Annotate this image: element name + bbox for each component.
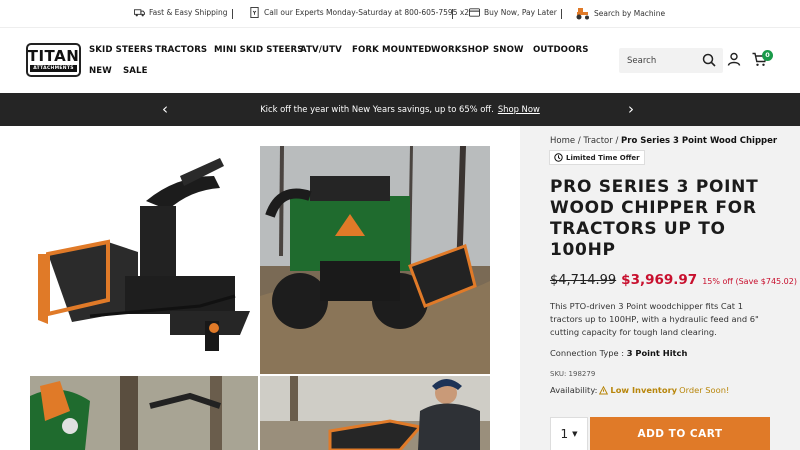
availability-note: Order Soon! xyxy=(679,385,730,395)
truck-icon xyxy=(134,9,145,17)
warning-icon xyxy=(599,385,609,394)
nav-item-mini-skid-steers[interactable]: MINI SKID STEERS xyxy=(214,45,304,55)
promo-text: Kick off the year with New Years savings… xyxy=(260,104,494,114)
search-input[interactable] xyxy=(627,54,699,67)
product-gallery xyxy=(0,126,520,450)
promo-next-arrow[interactable]: › xyxy=(628,100,634,118)
connection-label: Connection Type : xyxy=(550,348,625,358)
breadcrumb-current: Pro Series 3 Point Wood Chipper xyxy=(621,136,778,146)
chevron-down-icon: ▼ xyxy=(572,430,578,438)
availability-label: Availability: xyxy=(550,385,598,395)
divider xyxy=(232,9,233,19)
product-image-tractor-field[interactable] xyxy=(260,146,490,374)
nav-item-new[interactable]: NEW xyxy=(89,66,112,76)
quantity-value: 1 xyxy=(560,427,569,441)
nav-item-snow[interactable]: SNOW xyxy=(493,45,524,55)
account-icon[interactable] xyxy=(727,52,741,66)
limited-offer-label: Limited Time Offer xyxy=(566,153,640,162)
site-header: TITAN ATTACHMENTS SKID STEERS TRACTORS M… xyxy=(0,29,800,93)
sale-price: $3,969.97 xyxy=(621,272,698,288)
product-info-panel: Home / Tractor / Pro Series 3 Point Wood… xyxy=(520,126,800,450)
promo-message: Kick off the year with New Years savings… xyxy=(0,104,800,114)
breadcrumb-home[interactable]: Home xyxy=(550,136,575,146)
nav-item-tractors[interactable]: TRACTORS xyxy=(155,45,207,55)
tractor-icon xyxy=(576,8,589,20)
clock-icon xyxy=(554,153,563,162)
breadcrumb-category[interactable]: Tractor xyxy=(583,136,612,146)
operator-using-chipper-image xyxy=(260,376,490,450)
search-box xyxy=(619,48,723,73)
credit-card-icon xyxy=(469,8,480,17)
utility-bar: Fast & Easy Shipping Call our Experts Mo… xyxy=(0,0,800,28)
logo-sub-text: ATTACHMENTS xyxy=(30,64,77,72)
product-title: PRO SERIES 3 POINT WOOD CHIPPER FOR TRAC… xyxy=(550,177,759,260)
divider xyxy=(452,9,453,19)
financing-label: Buy Now, Pay Later xyxy=(484,8,557,17)
limited-offer-badge: Limited Time Offer xyxy=(549,150,645,165)
experts-link[interactable]: Call our Experts Monday-Saturday at 800-… xyxy=(249,7,469,18)
connection-value: 3 Point Hitch xyxy=(626,348,688,358)
shipping-link[interactable]: Fast & Easy Shipping xyxy=(134,7,227,18)
breadcrumb-separator: / xyxy=(615,136,619,146)
shop-now-link[interactable]: Shop Now xyxy=(498,104,540,114)
nav-item-workshop[interactable]: WORKSHOP xyxy=(431,45,489,55)
availability-status: Low Inventory xyxy=(610,385,678,395)
search-by-machine-link[interactable]: Search by Machine xyxy=(575,7,665,20)
phone-book-icon xyxy=(250,7,259,18)
add-to-cart-button[interactable]: ADD TO CART xyxy=(590,417,770,450)
product-description: This PTO-driven 3 Point woodchipper fits… xyxy=(550,301,759,337)
cart-count-badge: 0 xyxy=(762,50,773,61)
quantity-select[interactable]: 1 ▼ xyxy=(550,417,588,450)
nav-item-sale[interactable]: SALE xyxy=(123,66,148,76)
availability: Availability: Low Inventory Order Soon! xyxy=(550,385,729,395)
experts-label: Call our Experts Monday-Saturday at 800-… xyxy=(264,8,470,17)
nav-item-atv-utv[interactable]: ATV/UTV xyxy=(300,45,342,55)
breadcrumb: Home / Tractor / Pro Series 3 Point Wood… xyxy=(550,136,777,146)
connection-type: Connection Type : 3 Point Hitch xyxy=(550,348,687,358)
machine-label: Search by Machine xyxy=(594,9,666,18)
promo-banner: ‹ Kick off the year with New Years savin… xyxy=(0,93,800,126)
savings-text: 15% off (Save $745.02) xyxy=(702,277,797,286)
titan-logo[interactable]: TITAN ATTACHMENTS xyxy=(26,43,81,77)
chipper-in-woods-image xyxy=(30,376,258,450)
tractor-with-chipper-image xyxy=(260,146,490,374)
sku: SKU: 198279 xyxy=(550,370,596,378)
product-image-studio[interactable] xyxy=(30,146,258,374)
product-image-operator[interactable] xyxy=(260,376,490,450)
search-icon[interactable] xyxy=(702,53,716,67)
breadcrumb-separator: / xyxy=(577,136,581,146)
shipping-label: Fast & Easy Shipping xyxy=(149,8,228,17)
nav-item-skid-steers[interactable]: SKID STEERS xyxy=(89,45,153,55)
divider xyxy=(561,9,562,19)
original-price: $4,714.99 xyxy=(550,273,617,288)
logo-main-text: TITAN xyxy=(27,46,80,65)
nav-item-outdoors[interactable]: OUTDOORS xyxy=(533,45,589,55)
wood-chipper-image xyxy=(38,158,250,351)
nav-item-fork-mounted[interactable]: FORK MOUNTED xyxy=(352,45,432,55)
product-image-woods[interactable] xyxy=(30,376,258,450)
financing-link[interactable]: Buy Now, Pay Later xyxy=(469,7,557,18)
price-block: $4,714.99 $3,969.97 15% off (Save $745.0… xyxy=(550,272,797,288)
